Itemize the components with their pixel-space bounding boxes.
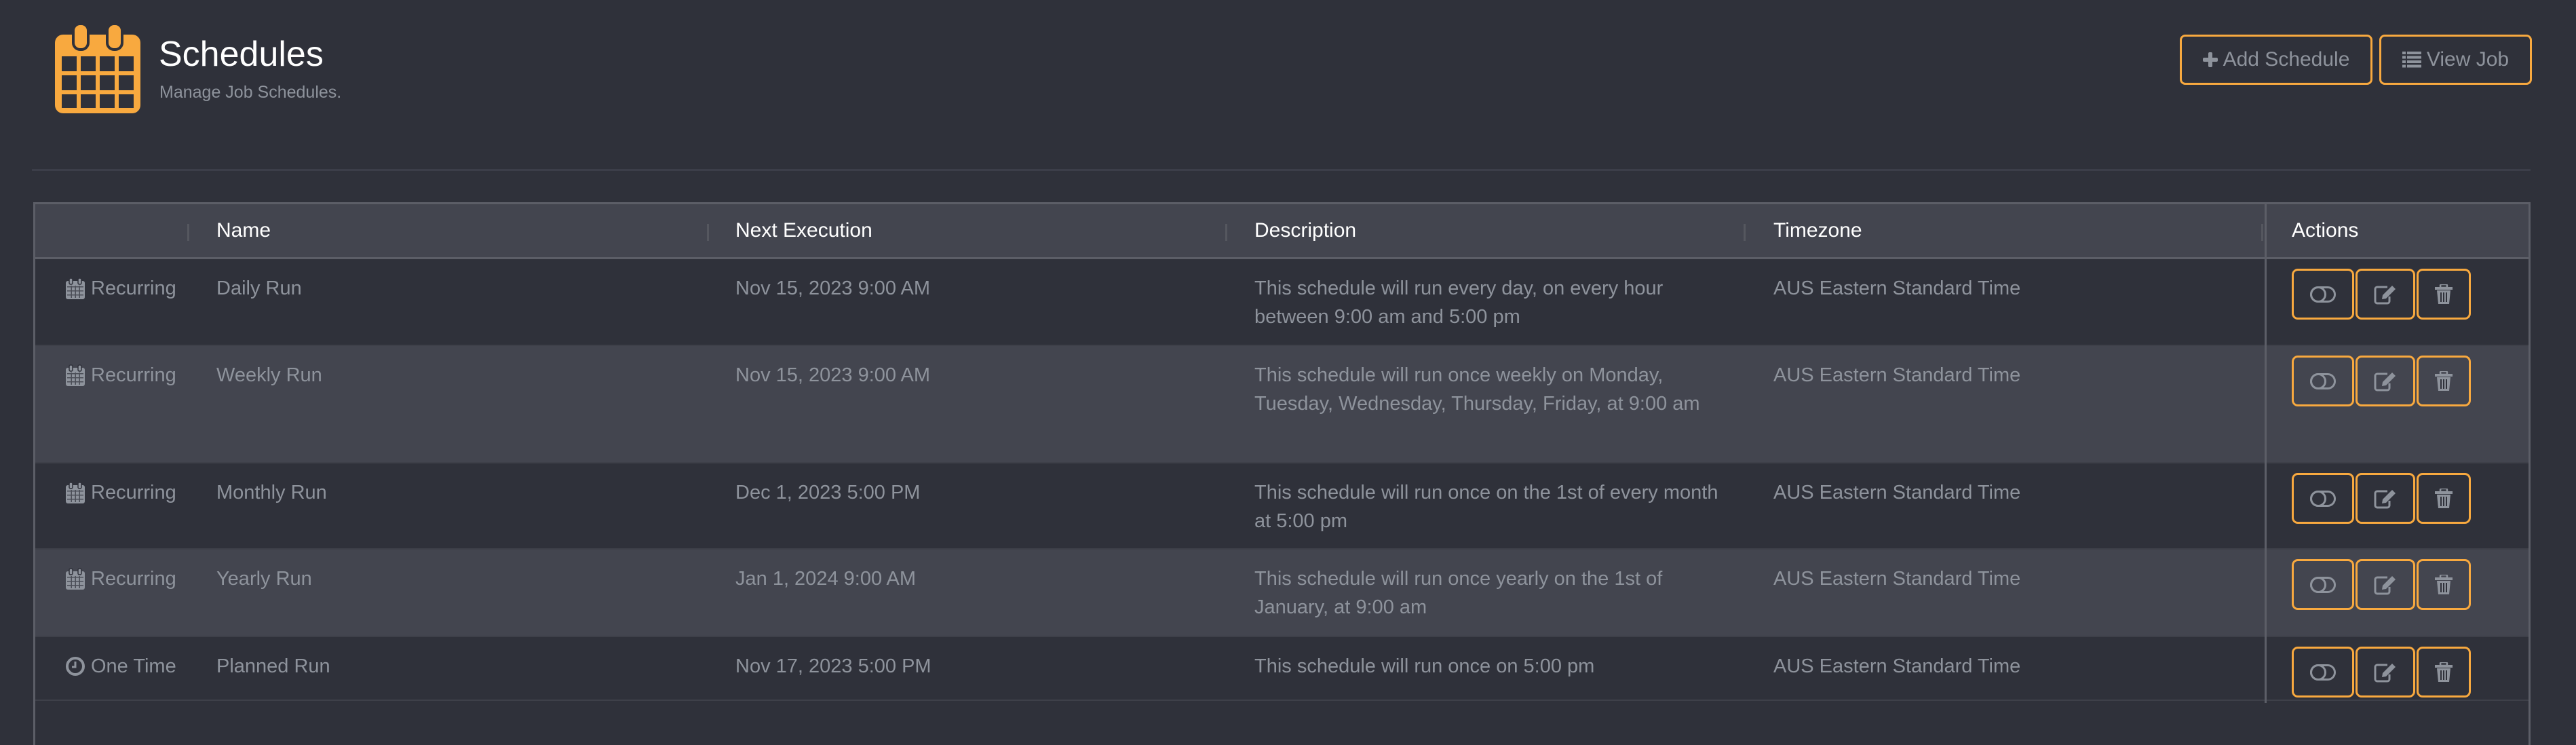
edit-icon [2374, 284, 2397, 305]
row-actions [2292, 559, 2471, 610]
row-actions [2292, 269, 2471, 320]
page-header: Schedules Manage Job Schedules. Add Sche… [0, 0, 2576, 170]
column-separator[interactable] [187, 224, 189, 241]
schedule-description: This schedule will run once on 5:00 pm [1254, 655, 1595, 677]
calendar-icon [55, 22, 140, 113]
toggle-button[interactable] [2292, 356, 2354, 406]
schedule-type: Recurring [65, 478, 176, 507]
schedule-description: This schedule will run once weekly on Mo… [1254, 364, 1700, 415]
edit-icon [2374, 489, 2397, 509]
column-separator[interactable] [1744, 224, 1746, 241]
toggle-icon [2310, 664, 2336, 681]
toggle-icon [2310, 576, 2336, 593]
delete-button[interactable] [2417, 647, 2471, 698]
add-schedule-label: Add Schedule [2223, 48, 2350, 71]
column-header-description[interactable]: Description [1254, 204, 1356, 257]
schedule-type-label: Recurring [91, 568, 176, 590]
table-header: Name Next Execution Description Timezone… [35, 204, 2529, 259]
toggle-button[interactable] [2292, 647, 2354, 698]
row-actions [2292, 647, 2471, 698]
delete-button[interactable] [2417, 473, 2471, 524]
toggle-icon [2310, 490, 2336, 507]
list-icon [2402, 52, 2421, 68]
delete-button[interactable] [2417, 559, 2471, 610]
schedule-timezone: AUS Eastern Standard Time [1773, 482, 2021, 503]
edit-icon [2374, 371, 2397, 391]
table-row[interactable]: Recurring Daily Run Nov 15, 2023 9:00 AM Th… [35, 259, 2529, 346]
schedule-type: Recurring [65, 274, 176, 303]
schedule-type: One Time [65, 652, 176, 681]
toggle-button[interactable] [2292, 559, 2354, 610]
schedule-type: Recurring [65, 565, 176, 593]
trash-icon [2435, 574, 2453, 595]
edit-button[interactable] [2356, 559, 2415, 610]
column-header-next-execution[interactable]: Next Execution [735, 204, 872, 257]
table-row[interactable]: Recurring Yearly Run Jan 1, 2024 9:00 AM Th… [35, 550, 2529, 637]
actions-column-border [2265, 204, 2267, 703]
plus-icon [2202, 52, 2218, 67]
calendar-icon [65, 278, 85, 299]
edit-icon [2374, 662, 2397, 683]
calendar-icon [65, 364, 85, 386]
next-execution: Dec 1, 2023 5:00 PM [735, 482, 921, 503]
column-header-actions: Actions [2292, 219, 2359, 242]
toggle-icon [2310, 286, 2336, 303]
schedule-name: Monthly Run [216, 482, 327, 503]
toggle-button[interactable] [2292, 473, 2354, 524]
next-execution: Nov 17, 2023 5:00 PM [735, 655, 931, 677]
next-execution: Nov 15, 2023 9:00 AM [735, 278, 930, 299]
trash-icon [2435, 370, 2453, 391]
clock-icon [65, 656, 85, 676]
delete-button[interactable] [2417, 269, 2471, 320]
schedule-description: This schedule will run every day, on eve… [1254, 278, 1664, 328]
schedule-description: This schedule will run once yearly on th… [1254, 568, 1663, 618]
edit-button[interactable] [2356, 269, 2415, 320]
schedule-timezone: AUS Eastern Standard Time [1773, 655, 2021, 677]
edit-icon [2374, 575, 2397, 595]
schedule-timezone: AUS Eastern Standard Time [1773, 568, 2021, 590]
schedule-type: Recurring [65, 361, 176, 389]
schedule-timezone: AUS Eastern Standard Time [1773, 278, 2021, 299]
schedule-description: This schedule will run once on the 1st o… [1254, 482, 1718, 532]
toggle-icon [2310, 372, 2336, 389]
calendar-icon [65, 482, 85, 503]
edit-button[interactable] [2356, 647, 2415, 698]
edit-button[interactable] [2356, 356, 2415, 406]
schedule-type-label: Recurring [91, 482, 176, 503]
toggle-button[interactable] [2292, 269, 2354, 320]
view-job-label: View Job [2426, 48, 2510, 71]
column-separator[interactable] [707, 224, 709, 241]
header-divider [32, 169, 2531, 171]
edit-button[interactable] [2356, 473, 2415, 524]
table-row[interactable]: Recurring Monthly Run Dec 1, 2023 5:00 PM T… [35, 463, 2529, 550]
schedule-timezone: AUS Eastern Standard Time [1773, 364, 2021, 386]
schedule-name: Planned Run [216, 655, 330, 677]
row-actions [2292, 473, 2471, 524]
table-row[interactable]: One Time Planned Run Nov 17, 2023 5:00 PM T… [35, 637, 2529, 701]
schedule-name: Daily Run [216, 278, 302, 299]
view-job-button[interactable]: View Job [2379, 35, 2532, 85]
schedule-type-label: One Time [91, 655, 176, 677]
schedule-name: Yearly Run [216, 568, 312, 590]
schedule-type-label: Recurring [91, 364, 176, 386]
trash-icon [2435, 488, 2453, 509]
column-header-timezone[interactable]: Timezone [1773, 204, 1862, 257]
page-title: Schedules [159, 35, 324, 74]
add-schedule-button[interactable]: Add Schedule [2180, 35, 2372, 85]
schedule-type-label: Recurring [91, 278, 176, 299]
column-separator[interactable] [2261, 224, 2263, 241]
page-subtitle: Manage Job Schedules. [159, 83, 342, 102]
schedule-name: Weekly Run [216, 364, 322, 386]
delete-button[interactable] [2417, 356, 2471, 406]
row-actions [2292, 356, 2471, 406]
schedules-table: Name Next Execution Description Timezone… [33, 202, 2531, 745]
next-execution: Nov 15, 2023 9:00 AM [735, 364, 930, 386]
column-separator[interactable] [1225, 224, 1227, 241]
calendar-icon [65, 568, 85, 590]
column-header-name[interactable]: Name [216, 204, 271, 257]
trash-icon [2435, 662, 2453, 683]
table-row[interactable]: Recurring Weekly Run Nov 15, 2023 9:00 AM T… [35, 346, 2529, 463]
trash-icon [2435, 284, 2453, 305]
next-execution: Jan 1, 2024 9:00 AM [735, 568, 917, 590]
